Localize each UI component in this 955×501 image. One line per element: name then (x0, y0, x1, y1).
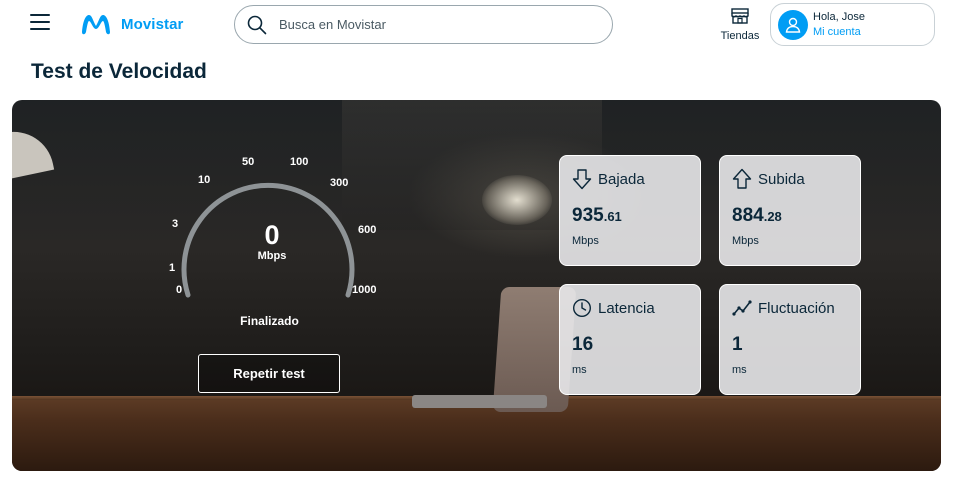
upload-value-decimal: .28 (763, 209, 782, 224)
upload-value-int: 884 (732, 205, 764, 226)
my-account-link[interactable]: Mi cuenta (813, 25, 865, 40)
account-greeting: Hola, Jose (813, 10, 865, 23)
test-status: Finalizado (240, 314, 299, 328)
gauge-tick: 1000 (352, 284, 377, 296)
gauge-tick: 300 (330, 177, 349, 189)
latency-unit: ms (572, 364, 587, 376)
arrow-down-icon (572, 169, 592, 190)
stores-button[interactable]: Tiendas (716, 8, 764, 42)
page-title: Test de Velocidad (31, 60, 207, 83)
speed-gauge: 0 1 3 10 50 100 300 600 1000 0 Mbps (152, 150, 392, 320)
movistar-logo[interactable]: Movistar (79, 12, 184, 36)
download-title: Bajada (598, 170, 645, 188)
upload-title: Subida (758, 170, 805, 188)
top-header: Movistar Tiendas Hola, Jose Mi cuenta (0, 0, 955, 50)
jitter-unit: ms (732, 364, 747, 376)
download-unit: Mbps (572, 235, 599, 247)
jitter-value: 1 (732, 334, 848, 356)
latency-title: Latencia (598, 299, 655, 317)
search-bar[interactable] (234, 5, 613, 44)
arrow-up-icon (732, 168, 752, 189)
jitter-card: Fluctuación 1 ms (719, 284, 861, 395)
gauge-tick: 100 (290, 156, 309, 168)
download-value-decimal: .61 (603, 209, 622, 224)
repeat-test-button[interactable]: Repetir test (198, 354, 340, 393)
gauge-tick: 0 (176, 284, 183, 296)
speed-test-panel: 0 1 3 10 50 100 300 600 1000 0 Mbps Fina… (12, 100, 941, 471)
account-button[interactable]: Hola, Jose Mi cuenta (770, 3, 935, 46)
trend-line-icon (732, 300, 752, 316)
hamburger-menu-icon[interactable] (30, 14, 50, 32)
background-laptop-base (412, 395, 547, 408)
background-lamp-glow (482, 175, 552, 225)
background-desk (12, 400, 941, 471)
upload-unit: Mbps (732, 235, 759, 247)
download-value: 935.61 (572, 205, 688, 227)
gauge-tick: 50 (242, 156, 255, 168)
jitter-title: Fluctuación (758, 299, 835, 317)
account-text: Hola, Jose Mi cuenta (813, 10, 865, 40)
latency-value-int: 16 (572, 334, 594, 355)
background-lamp (12, 124, 55, 182)
search-icon (247, 15, 267, 34)
download-card: Bajada 935.61 Mbps (559, 155, 701, 266)
search-input[interactable] (279, 17, 579, 32)
gauge-value: 0 (264, 220, 280, 250)
upload-value: 884.28 (732, 205, 848, 227)
gauge-tick: 1 (169, 262, 176, 274)
upload-card: Subida 884.28 Mbps (719, 155, 861, 266)
brand-name: Movistar (121, 15, 184, 33)
stores-label: Tiendas (720, 30, 760, 42)
movistar-m-icon (82, 15, 110, 35)
download-value-int: 935 (572, 205, 604, 226)
gauge-tick: 10 (198, 174, 211, 186)
clock-icon (572, 298, 592, 318)
user-avatar-icon (778, 9, 808, 40)
latency-card: Latencia 16 ms (559, 284, 701, 395)
jitter-value-int: 1 (732, 334, 743, 355)
store-icon (731, 8, 749, 24)
latency-value: 16 (572, 334, 688, 356)
gauge-unit: Mbps (257, 250, 287, 262)
